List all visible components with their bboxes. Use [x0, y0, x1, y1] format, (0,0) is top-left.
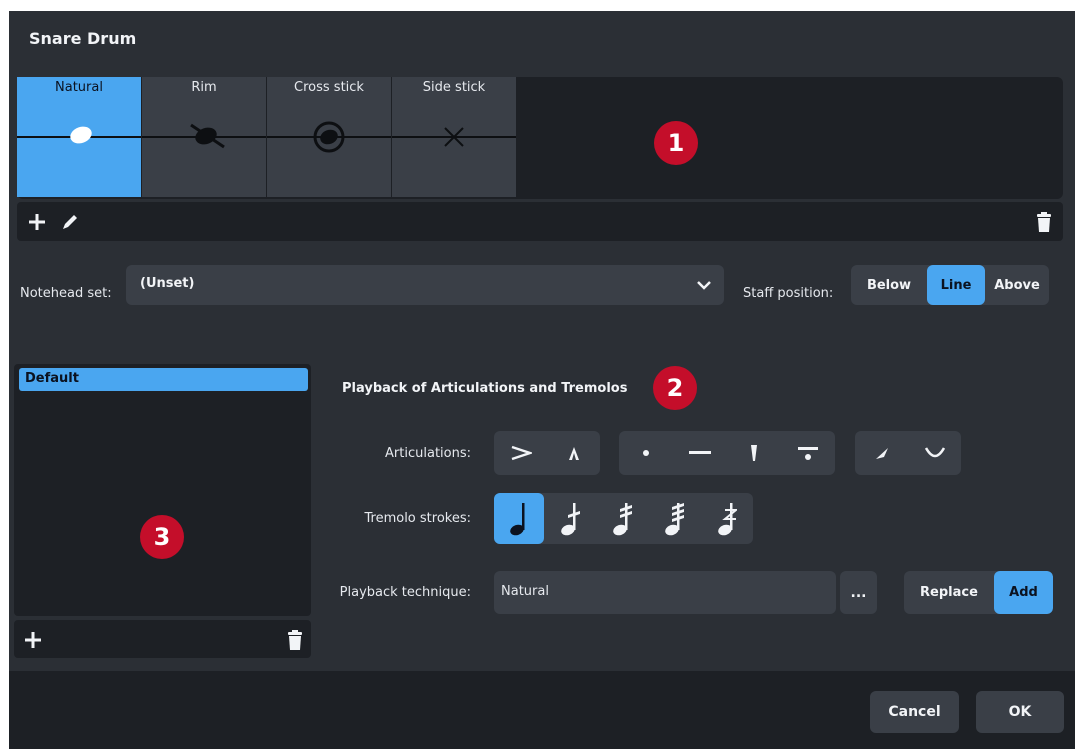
replace-mode-option[interactable]: Replace	[904, 571, 994, 614]
tremolo-0-strokes-button[interactable]	[494, 493, 544, 544]
playback-list-toolbar	[14, 620, 311, 658]
callout-badge-2: 2	[653, 366, 697, 410]
staccato-icon	[643, 450, 649, 456]
chevron-down-icon	[697, 281, 711, 290]
plus-icon	[29, 214, 45, 230]
articulations-group-durations	[619, 431, 835, 475]
pencil-icon	[63, 215, 77, 229]
stress-icon	[875, 448, 888, 459]
staff-position-line[interactable]: Line	[927, 265, 985, 305]
delete-playback-item-button[interactable]	[281, 626, 309, 654]
playback-list-item-default[interactable]: Default	[19, 368, 308, 391]
cancel-button[interactable]: Cancel	[870, 691, 959, 733]
articulations-group-accents	[494, 431, 600, 475]
staff-position-above[interactable]: Above	[985, 265, 1049, 305]
unstress-articulation-button[interactable]	[908, 431, 961, 475]
plus-icon	[25, 632, 41, 648]
notehead-set-dropdown[interactable]: (Unset)	[126, 265, 724, 305]
edit-technique-button[interactable]	[56, 208, 84, 236]
notehead-set-label: Notehead set:	[20, 286, 112, 301]
notehead-set-value: (Unset)	[140, 276, 195, 291]
add-mode-option[interactable]: Add	[994, 571, 1053, 614]
tremolo-1-stroke-button[interactable]	[544, 493, 596, 544]
ok-button[interactable]: OK	[976, 691, 1064, 733]
technique-cell-cross-stick[interactable]: Cross stick	[267, 77, 392, 197]
accent-articulation-button[interactable]	[494, 431, 547, 475]
tremolo-2-strokes-button[interactable]	[596, 493, 648, 544]
tenuto-staccato-icon	[798, 447, 818, 460]
tenuto-icon	[689, 451, 711, 454]
marcato-icon	[568, 447, 579, 460]
staff-position-segmented: Below Line Above	[851, 265, 1049, 305]
quarter-note-icon	[510, 502, 525, 535]
dialog-title: Snare Drum	[29, 29, 137, 48]
tremolo-1-stroke-icon	[561, 502, 580, 535]
staff-position-below[interactable]: Below	[851, 265, 927, 305]
tremolo-strokes-label: Tremolo strokes:	[364, 511, 471, 526]
technique-cell-natural[interactable]: Natural	[17, 77, 142, 197]
unstress-icon	[924, 447, 945, 458]
callout-badge-3: 3	[140, 515, 184, 559]
playback-list-panel	[14, 364, 311, 616]
list-item-label: Default	[25, 371, 79, 386]
staccato-articulation-button[interactable]	[619, 431, 673, 475]
tenuto-articulation-button[interactable]	[673, 431, 727, 475]
playback-mode-segmented: Replace Add	[904, 571, 1053, 614]
articulations-label: Articulations:	[385, 446, 471, 461]
slashed-notehead-icon	[190, 123, 225, 149]
playback-technique-field[interactable]: Natural	[494, 571, 836, 614]
techniques-toolbar	[17, 202, 1063, 241]
tremolo-z-stroke-button[interactable]	[700, 493, 753, 544]
staff-position-label: Staff position:	[743, 286, 834, 301]
playback-technique-value: Natural	[501, 584, 549, 599]
tenuto-staccato-articulation-button[interactable]	[781, 431, 835, 475]
choose-playback-technique-button[interactable]: ...	[840, 571, 877, 614]
tremolo-3-strokes-icon	[665, 502, 684, 535]
tremolo-2-strokes-icon	[613, 502, 632, 535]
callout-badge-1: 1	[654, 121, 698, 165]
technique-cell-rim[interactable]: Rim	[142, 77, 267, 197]
tremolo-3-strokes-button[interactable]	[648, 493, 700, 544]
oval-notehead-icon	[70, 126, 92, 144]
marcato-articulation-button[interactable]	[547, 431, 600, 475]
accent-icon	[511, 445, 532, 461]
add-playback-item-button[interactable]	[19, 626, 47, 654]
circled-notehead-icon	[313, 121, 345, 153]
trash-icon	[288, 630, 302, 650]
stress-articulation-button[interactable]	[855, 431, 908, 475]
staccatissimo-articulation-button[interactable]	[727, 431, 781, 475]
buzz-roll-icon	[717, 502, 737, 535]
staccatissimo-icon	[751, 445, 757, 461]
trash-icon	[1037, 212, 1051, 232]
playback-heading: Playback of Articulations and Tremolos	[342, 381, 628, 396]
x-notehead-icon	[444, 127, 464, 147]
tremolo-strokes-group	[494, 493, 753, 544]
add-technique-button[interactable]	[23, 208, 51, 236]
delete-technique-button[interactable]	[1030, 208, 1058, 236]
technique-cell-side-stick[interactable]: Side stick	[392, 77, 517, 197]
playback-technique-label: Playback technique:	[339, 585, 471, 600]
articulations-group-stress	[855, 431, 961, 475]
